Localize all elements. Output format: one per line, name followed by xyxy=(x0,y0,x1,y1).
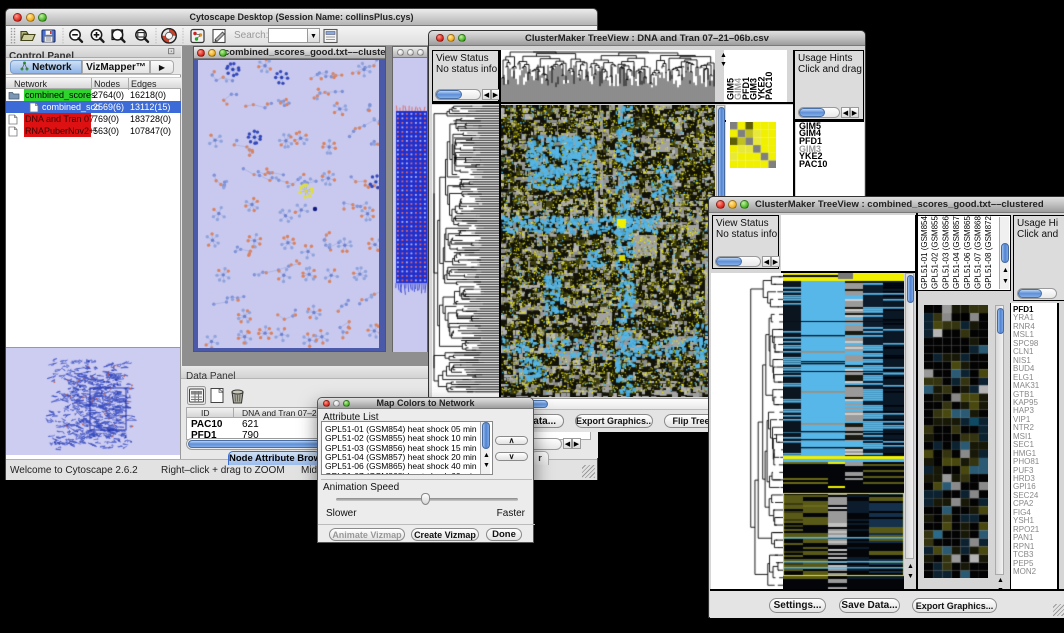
svg-text:PAC10: PAC10 xyxy=(764,72,774,100)
svg-text:GPL51-08 (GSM872): GPL51-08 (GSM872) xyxy=(984,216,993,289)
svg-text:GPL51-03 (GSM856): GPL51-03 (GSM856) xyxy=(941,216,950,289)
svg-text:GPL51-06 (GSM865): GPL51-06 (GSM865) xyxy=(963,216,972,289)
svg-text:GPL51-04 (GSM857): GPL51-04 (GSM857) xyxy=(952,216,961,289)
svg-text:GPL51-01 (GSM854): GPL51-01 (GSM854) xyxy=(920,216,929,289)
svg-text:GPL51-02 (GSM855): GPL51-02 (GSM855) xyxy=(931,216,940,289)
svg-text:GPL51-07 (GSM868): GPL51-07 (GSM868) xyxy=(974,216,983,289)
